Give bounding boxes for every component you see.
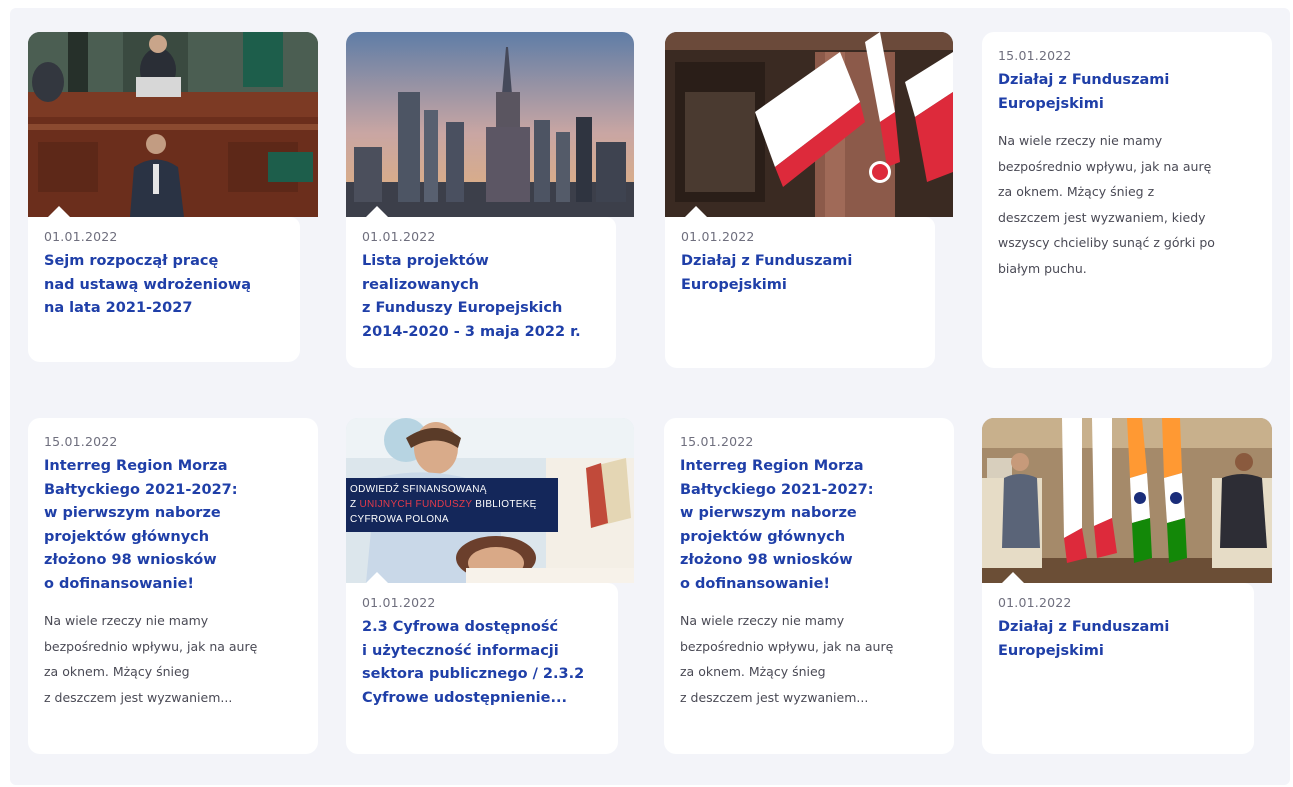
card-notch <box>1002 572 1024 583</box>
card-title[interactable]: Działaj z Funduszami Europejskimi <box>998 616 1244 663</box>
polish-flags-photo <box>665 32 953 217</box>
card-body: 01.01.2022 Lista projektów realizowanych… <box>346 217 616 368</box>
card-notch <box>48 206 70 217</box>
sejm-parliament-photo <box>28 32 318 217</box>
card-date: 15.01.2022 <box>44 434 118 449</box>
card-date: 01.01.2022 <box>44 229 118 244</box>
card-title[interactable]: Interreg Region Morza Bałtyckiego 2021-2… <box>44 455 308 596</box>
diplomatic-meeting-photo <box>982 418 1272 583</box>
news-card[interactable]: 15.01.2022 Działaj z Funduszami Europejs… <box>982 32 1272 368</box>
card-excerpt: Na wiele rzeczy nie mamy bezpośrednio wp… <box>998 133 1215 276</box>
card-notch <box>366 206 388 217</box>
card-date: 01.01.2022 <box>362 595 436 610</box>
warsaw-skyline-photo <box>346 32 634 217</box>
card-date: 15.01.2022 <box>998 48 1072 63</box>
card-date: 01.01.2022 <box>998 595 1072 610</box>
news-card[interactable]: 01.01.2022 Działaj z Funduszami Europejs… <box>665 32 953 368</box>
news-card[interactable]: ODWIEDŹ SFINANSOWANĄ Z UNIJNYCH FUNDUSZY… <box>346 418 634 754</box>
card-title[interactable]: Sejm rozpoczął pracę nad ustawą wdrożeni… <box>44 250 290 321</box>
card-title[interactable]: 2.3 Cyfrowa dostępność i użyteczność inf… <box>362 616 608 710</box>
card-excerpt: Na wiele rzeczy nie mamy bezpośrednio wp… <box>44 613 258 705</box>
card-notch <box>366 572 388 583</box>
news-card[interactable]: 01.01.2022 Działaj z Funduszami Europejs… <box>982 418 1272 754</box>
banner-line-3: CYFROWA POLONA <box>350 514 449 525</box>
news-card[interactable]: 15.01.2022 Interreg Region Morza Bałtyck… <box>664 418 954 754</box>
card-title[interactable]: Działaj z Funduszami Europejskimi <box>681 250 925 297</box>
card-body: 01.01.2022 Sejm rozpoczął pracę nad usta… <box>28 217 300 362</box>
polona-banner[interactable]: ODWIEDŹ SFINANSOWANĄ Z UNIJNYCH FUNDUSZY… <box>346 478 558 532</box>
card-date: 01.01.2022 <box>362 229 436 244</box>
card-date: 15.01.2022 <box>680 434 754 449</box>
banner-line-2-pre: Z <box>350 499 360 510</box>
card-body: 01.01.2022 2.3 Cyfrowa dostępność i użyt… <box>346 583 618 754</box>
card-body: 01.01.2022 Działaj z Funduszami Europejs… <box>982 583 1254 754</box>
card-notch <box>685 206 707 217</box>
card-date: 01.01.2022 <box>681 229 755 244</box>
news-card[interactable]: 15.01.2022 Interreg Region Morza Bałtyck… <box>28 418 318 754</box>
banner-line-2-post: BIBLIOTEKĘ <box>472 499 537 510</box>
card-excerpt: Na wiele rzeczy nie mamy bezpośrednio wp… <box>680 613 894 705</box>
banner-line-1: ODWIEDŹ SFINANSOWANĄ <box>350 484 487 495</box>
news-card[interactable]: 01.01.2022 Lista projektów realizowanych… <box>346 32 634 368</box>
card-title[interactable]: Lista projektów realizowanych z Funduszy… <box>362 250 606 344</box>
news-card[interactable]: 01.01.2022 Sejm rozpoczął pracę nad usta… <box>28 32 318 362</box>
card-body: 01.01.2022 Działaj z Funduszami Europejs… <box>665 217 935 368</box>
card-title[interactable]: Interreg Region Morza Bałtyckiego 2021-2… <box>680 455 944 596</box>
banner-highlight: UNIJNYCH FUNDUSZY <box>359 499 473 510</box>
card-title[interactable]: Działaj z Funduszami Europejskimi <box>998 69 1262 116</box>
